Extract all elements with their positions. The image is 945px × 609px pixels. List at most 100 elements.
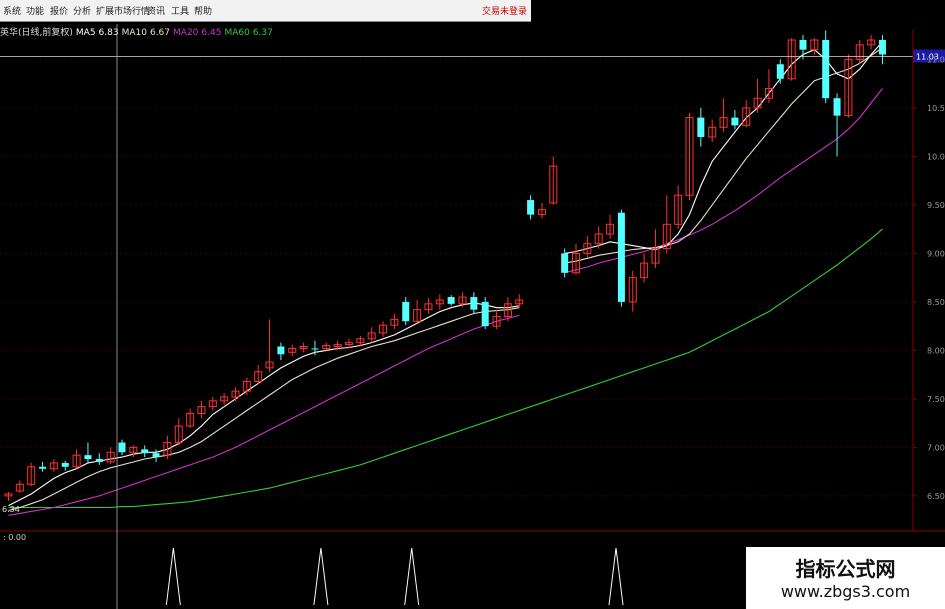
candle-23 bbox=[265, 319, 274, 372]
ma5-value: 6.83 bbox=[98, 28, 119, 38]
candle-51 bbox=[583, 235, 592, 258]
y-tick-label-3: 9.50 bbox=[927, 201, 945, 210]
candle-73 bbox=[833, 93, 841, 157]
candle-body bbox=[95, 459, 103, 462]
candle-10 bbox=[118, 439, 126, 456]
menu-function[interactable]: 功能 bbox=[26, 4, 44, 17]
candle-9 bbox=[106, 447, 115, 464]
candle-76 bbox=[867, 35, 876, 50]
candle-body bbox=[470, 297, 478, 310]
candle-65 bbox=[742, 100, 751, 128]
candle-28 bbox=[322, 342, 331, 351]
watermark: 指标公式网 www.zbgs3.com bbox=[746, 547, 945, 609]
ma10-label: MA10 bbox=[121, 28, 147, 38]
candle-24 bbox=[277, 342, 285, 361]
candle-48 bbox=[549, 156, 558, 205]
candle-6 bbox=[72, 449, 81, 469]
candle-body bbox=[822, 40, 830, 99]
candle-39 bbox=[447, 295, 455, 306]
candle-16 bbox=[186, 408, 195, 428]
candle-body bbox=[697, 117, 705, 137]
menu-help[interactable]: 帮助 bbox=[194, 4, 212, 17]
candle-22 bbox=[254, 364, 263, 385]
candle-5 bbox=[61, 460, 69, 471]
candle-body bbox=[561, 253, 569, 273]
candle-63 bbox=[719, 98, 728, 133]
indicator-spike-1 bbox=[313, 547, 329, 606]
candle-36 bbox=[413, 299, 422, 324]
candle-2 bbox=[27, 462, 36, 487]
menu-quote[interactable]: 报价 bbox=[50, 4, 68, 17]
ma5-label: MA5 bbox=[75, 28, 96, 38]
ma20-value: 6.45 bbox=[201, 28, 222, 38]
candle-body bbox=[481, 301, 489, 327]
y-tick-label-5: 8.50 bbox=[927, 298, 945, 307]
candle-12 bbox=[141, 445, 149, 458]
candle-body bbox=[311, 348, 319, 350]
candle-33 bbox=[379, 321, 388, 337]
candle-62 bbox=[708, 119, 717, 142]
candle-35 bbox=[402, 297, 410, 326]
ma60-label: MA60 bbox=[224, 28, 250, 38]
candle-77 bbox=[878, 35, 886, 65]
ma10-value: 6.67 bbox=[149, 28, 171, 38]
candle-57 bbox=[651, 229, 660, 268]
candle-body bbox=[61, 462, 69, 467]
candle-70 bbox=[799, 35, 807, 60]
trade-login-status[interactable]: 交易未登录 bbox=[482, 4, 527, 17]
y-tick-label-9: 6.50 bbox=[927, 492, 945, 501]
ma60-segment-0 bbox=[8, 228, 883, 509]
candle-1 bbox=[15, 480, 24, 493]
candle-8 bbox=[95, 453, 103, 465]
indicator-panel: : 0.00 bbox=[3, 533, 624, 606]
candle-17 bbox=[197, 400, 206, 419]
candle-body bbox=[118, 442, 126, 453]
indicator-spike-0 bbox=[165, 547, 181, 606]
y-tick-label-4: 9.00 bbox=[927, 249, 945, 258]
y-tick-label-1: 10.50 bbox=[927, 104, 945, 113]
candle-body bbox=[447, 297, 455, 304]
menu-analysis[interactable]: 分析 bbox=[73, 4, 91, 17]
candle-body bbox=[617, 212, 625, 302]
menu-tools[interactable]: 工具 bbox=[171, 4, 189, 17]
menu-news[interactable]: 资讯 bbox=[147, 4, 165, 17]
candle-body bbox=[833, 98, 841, 116]
stock-name: 英华(日线,前复权) bbox=[0, 28, 73, 38]
ma5-segment-0 bbox=[8, 302, 520, 507]
candle-25 bbox=[288, 344, 297, 357]
candle-body bbox=[152, 453, 160, 458]
candle-61 bbox=[697, 107, 705, 147]
candle-4 bbox=[49, 459, 58, 472]
crosshair: 11.036.34 bbox=[0, 24, 945, 609]
candle-55 bbox=[628, 270, 637, 312]
menu-bar: 系统 功能 报价 分析 扩展市场行情 资讯 工具 帮助 交易未登录 bbox=[0, 0, 531, 22]
candle-0 bbox=[4, 492, 13, 501]
y-axis: 11.00 10.50 10.00 9.50 9.00 8.50 8.00 7.50 7.00 6… bbox=[912, 30, 945, 531]
menu-extended-market[interactable]: 扩展市场行情 bbox=[96, 4, 150, 17]
candle-34 bbox=[390, 313, 399, 330]
candle-43 bbox=[492, 309, 501, 330]
y-tick-label-6: 8.00 bbox=[927, 346, 945, 355]
y-tick-label-2: 10.00 bbox=[927, 152, 945, 161]
candle-body bbox=[277, 346, 285, 355]
candle-3 bbox=[39, 461, 47, 472]
candle-69 bbox=[787, 38, 796, 81]
ma20-label: MA20 bbox=[173, 28, 199, 38]
candle-37 bbox=[424, 298, 433, 314]
candle-body bbox=[878, 40, 886, 55]
ma60-line bbox=[8, 228, 883, 509]
low-price-label: 6.34 bbox=[2, 505, 20, 514]
y-tick-label-8: 7.00 bbox=[927, 443, 945, 452]
candle-54 bbox=[617, 209, 625, 307]
kline-chart[interactable]: 11.036.34 11.00 10.50 10.00 9.50 9.00 8.50 8.0… bbox=[0, 0, 945, 609]
candle-26 bbox=[299, 342, 308, 353]
candle-53 bbox=[606, 214, 615, 239]
candle-body bbox=[527, 200, 535, 215]
candle-14 bbox=[163, 435, 172, 460]
menu-system[interactable]: 系统 bbox=[3, 4, 21, 17]
indicator-spike-2 bbox=[404, 547, 420, 606]
candle-body bbox=[39, 466, 47, 469]
candle-56 bbox=[640, 253, 649, 283]
candle-body bbox=[402, 301, 410, 322]
candle-body bbox=[731, 117, 739, 126]
